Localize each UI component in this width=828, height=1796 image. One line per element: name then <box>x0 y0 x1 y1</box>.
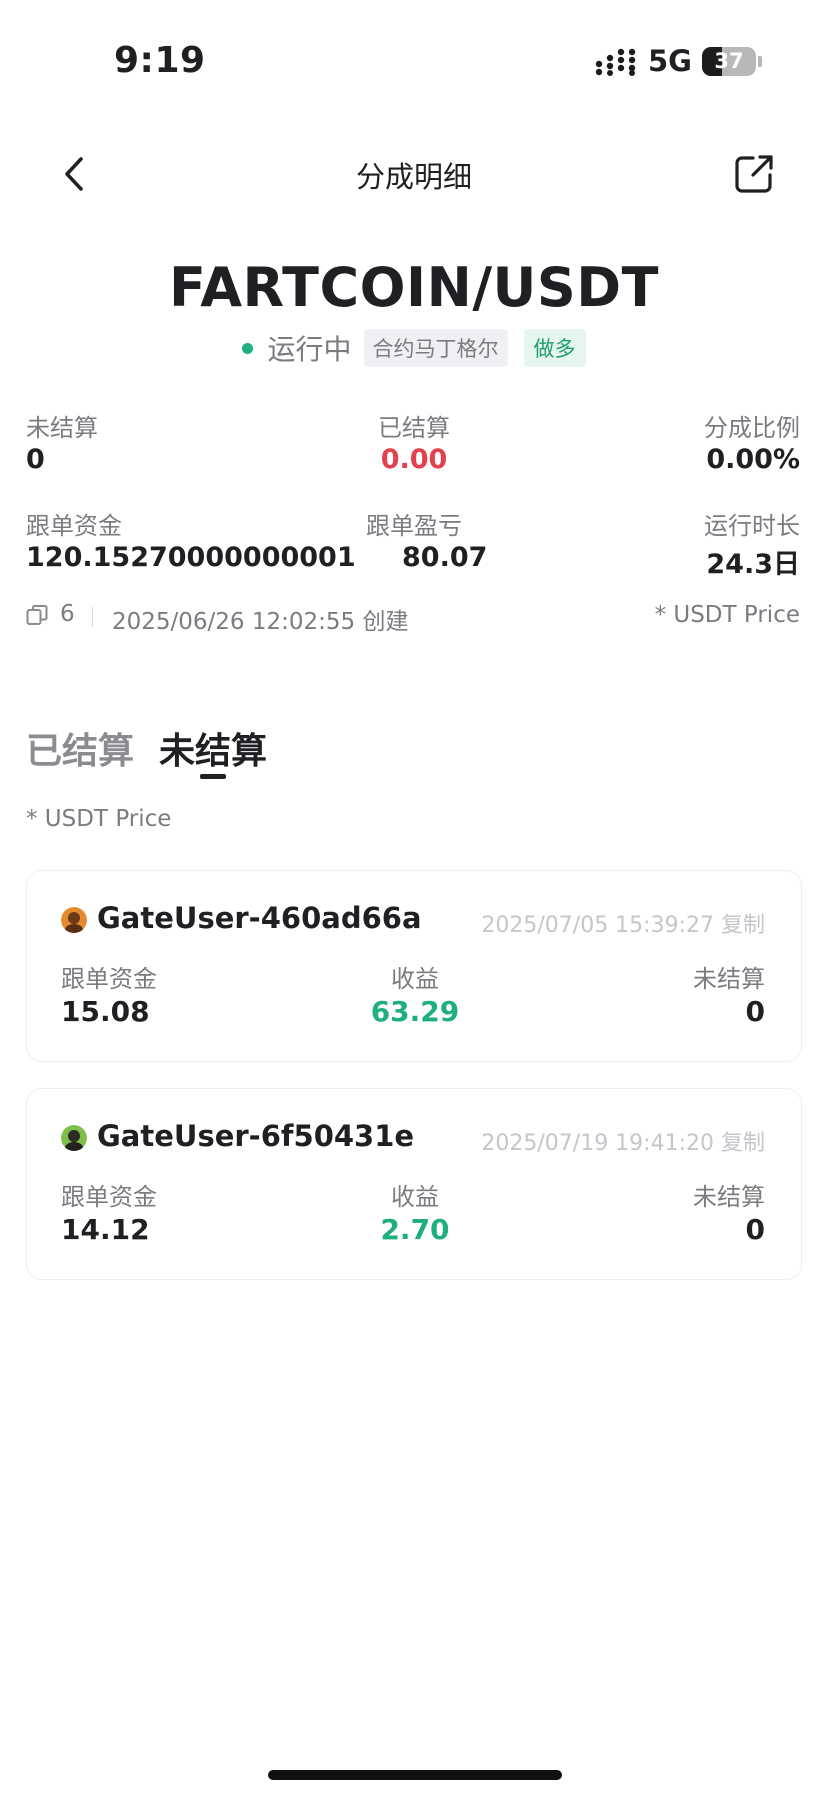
follow-funds-label: 跟单资金 <box>26 512 122 540</box>
battery-icon: 37 <box>702 47 756 76</box>
record-card[interactable]: GateUser-6f50431e 2025/07/19 19:41:20 复制… <box>26 1088 802 1280</box>
tab-active-indicator <box>200 774 226 779</box>
run-time-label: 运行时长 <box>704 512 800 540</box>
price-note: * USDT Price <box>654 602 800 628</box>
home-indicator[interactable] <box>268 1770 562 1780</box>
tab-unsettled[interactable]: 未结算 <box>159 722 267 774</box>
page-title: 分成明细 <box>355 160 472 194</box>
settled-label: 已结算 <box>378 414 450 442</box>
funds-value: 15.08 <box>61 995 150 1028</box>
user-name: GateUser-6f50431e <box>97 1119 415 1153</box>
status-time: 9:19 <box>114 40 206 81</box>
share-ratio-value: 0.00% <box>706 444 800 475</box>
copy-time: 2025/07/19 19:41:20 复制 <box>481 1131 765 1156</box>
unsettled-label: 未结算 <box>26 414 98 442</box>
profit-value: 2.70 <box>380 1213 450 1246</box>
strategy-tag: 合约马丁格尔 <box>363 329 508 367</box>
page: 9:19 5G 37 分成明细 FARTCOIN/USDT 运行中 合约马丁格尔… <box>0 0 828 1796</box>
tab-settled[interactable]: 已结算 <box>26 722 134 774</box>
funds-value: 14.12 <box>61 1213 150 1246</box>
status-row: 运行中 合约马丁格尔 做多 <box>0 328 828 368</box>
profit-label: 收益 <box>391 965 439 993</box>
share-ratio-label: 分成比例 <box>704 414 800 442</box>
network-label: 5G <box>648 44 692 78</box>
trading-pair: FARTCOIN/USDT <box>169 256 659 319</box>
running-dot-icon <box>242 342 254 354</box>
funds-label: 跟单资金 <box>61 965 157 993</box>
copy-time: 2025/07/05 15:39:27 复制 <box>481 913 765 938</box>
avatar-green-icon <box>61 1125 87 1151</box>
record-card[interactable]: GateUser-460ad66a 2025/07/05 15:39:27 复制… <box>26 870 802 1062</box>
copy-count-icon <box>26 605 48 625</box>
unsettled-value: 0 <box>745 995 765 1028</box>
funds-label: 跟单资金 <box>61 1183 157 1211</box>
share-icon <box>735 155 773 193</box>
follow-pnl-value: 80.07 <box>402 542 488 573</box>
running-status: 运行中 <box>267 333 352 366</box>
follow-pnl-label: 跟单盈亏 <box>366 512 462 540</box>
profit-value: 63.29 <box>370 995 460 1028</box>
meta-divider <box>92 607 93 627</box>
battery-percent: 37 <box>714 49 744 73</box>
copy-count: 6 <box>60 601 75 627</box>
unsettled-label: 未结算 <box>693 1183 765 1211</box>
settled-value: 0.00 <box>380 444 448 475</box>
share-button[interactable] <box>726 146 782 202</box>
signal-icon <box>595 48 636 76</box>
unsettled-value: 0 <box>26 444 45 475</box>
direction-tag: 做多 <box>523 329 586 367</box>
battery-tip <box>758 56 762 67</box>
status-bar: 9:19 5G 37 <box>0 0 828 120</box>
meta-row: 6 2025/06/26 12:02:55 创建 * USDT Price <box>26 600 800 635</box>
profit-label: 收益 <box>391 1183 439 1211</box>
list-price-note: * USDT Price <box>26 806 172 832</box>
follow-funds-value: 120.15270000000001 <box>26 542 356 573</box>
run-time-value: 24.3日 <box>706 549 800 580</box>
unsettled-value: 0 <box>745 1213 765 1246</box>
created-time: 2025/06/26 12:02:55 创建 <box>112 609 409 635</box>
unsettled-label: 未结算 <box>693 965 765 993</box>
avatar-orange-icon <box>61 907 87 933</box>
user-name: GateUser-460ad66a <box>97 901 422 935</box>
